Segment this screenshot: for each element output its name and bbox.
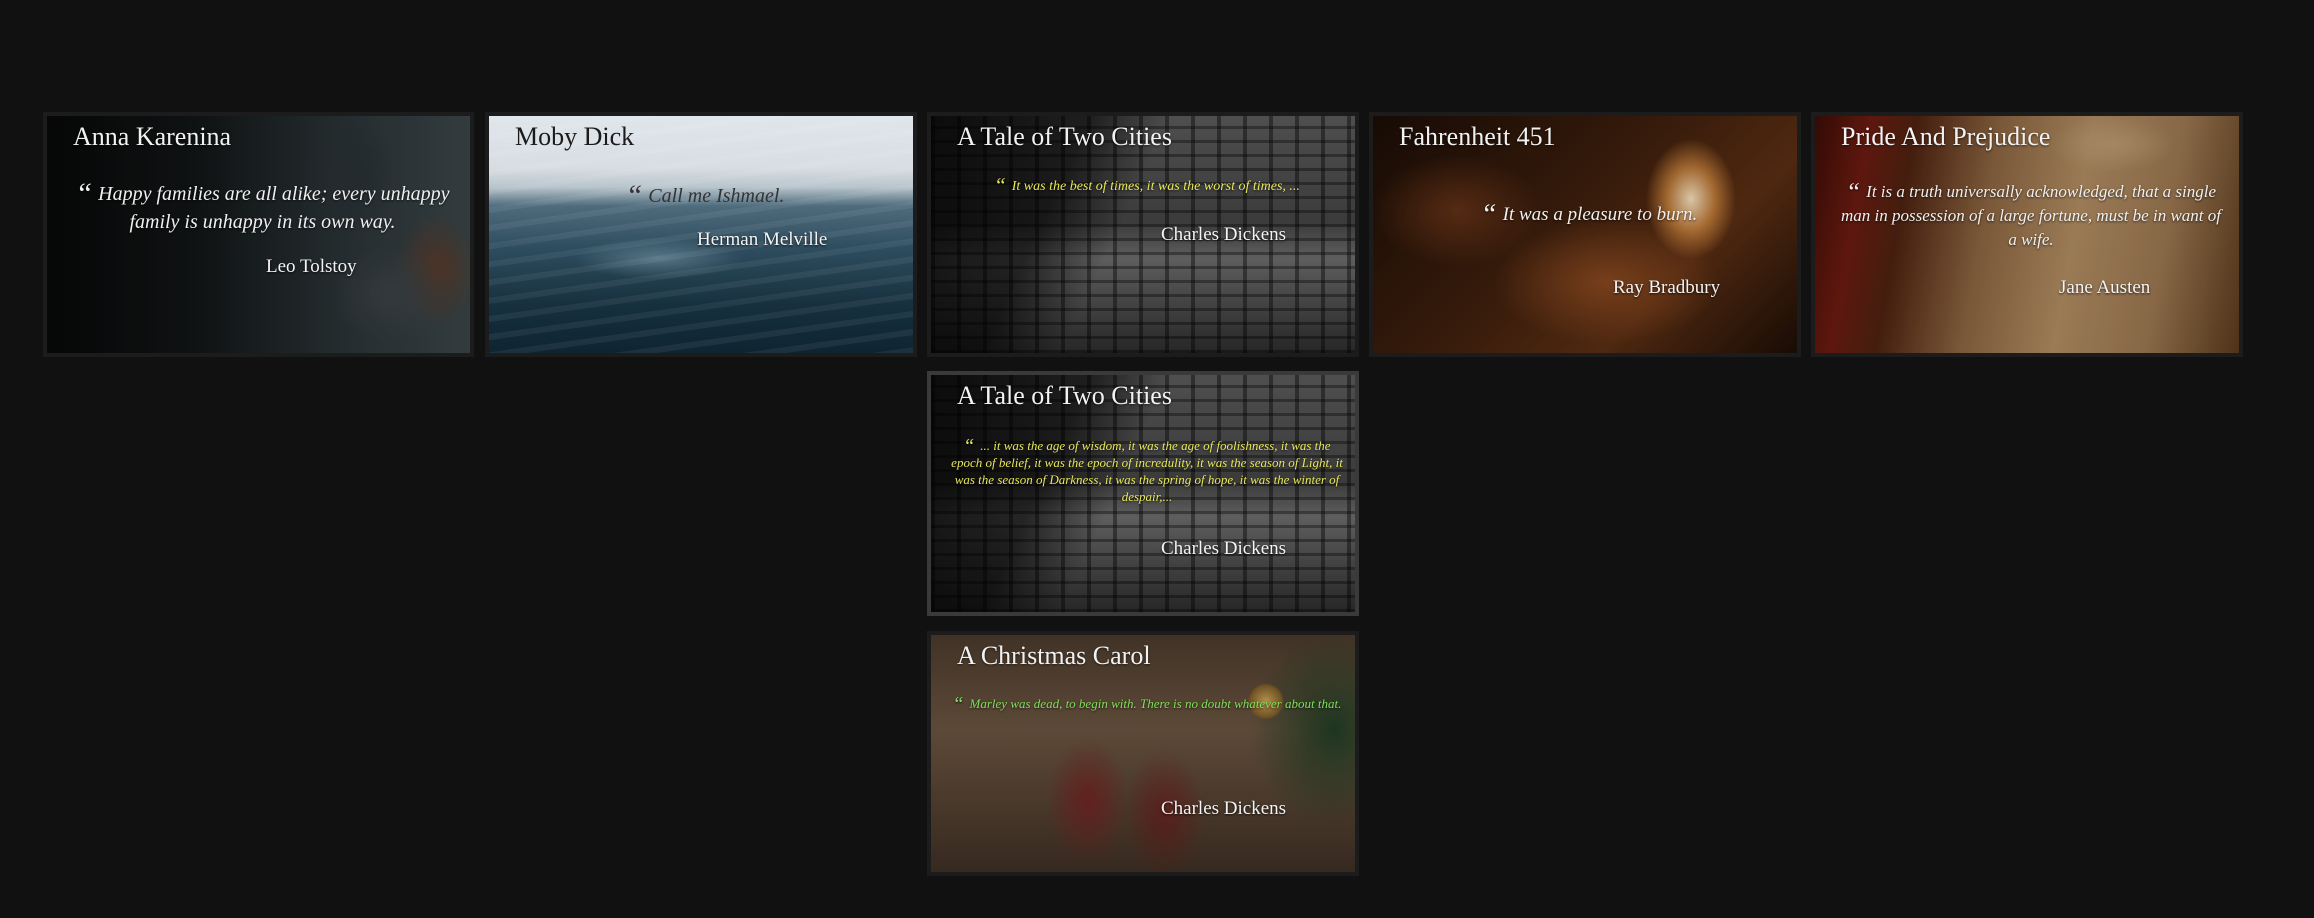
card-quote: “... it was the age of wisdom, it was th… [951,437,1343,505]
card-quote-text: Marley was dead, to begin with. There is… [969,696,1342,711]
book-card-tale-of-two-cities-expanded[interactable]: A Tale of Two Cities “... it was the age… [927,371,1359,616]
card-title: Moby Dick [515,122,635,151]
card-quote: “It is a truth universally acknowledged,… [1835,176,2227,252]
card-author: Charles Dickens [1161,538,1287,559]
card-author: Charles Dickens [1161,798,1287,819]
quote-mark-icon: “ [963,435,975,457]
card-author: Leo Tolstoy [266,256,357,277]
card-author: Jane Austen [2059,277,2151,298]
quote-mark-icon: “ [1480,198,1497,230]
card-quote: “ Marley was dead, to begin with. There i… [951,693,1343,715]
card-title: A Christmas Carol [957,641,1151,670]
quote-mark-icon: “ [994,173,1006,198]
card-author: Charles Dickens [1161,224,1287,245]
card-title: Anna Karenina [73,122,232,151]
card-quote: “Happy families are all alike; every unh… [67,177,458,236]
card-quote-text: It is a truth universally acknowledged, … [1841,182,2221,249]
card-quote-text: It was a pleasure to burn. [1502,204,1698,225]
card-quote-text: Call me Ishmael. [648,185,785,207]
card-title: Fahrenheit 451 [1399,122,1556,151]
card-quote-text: It was the best of times, it was the wor… [1011,179,1300,194]
card-author: Herman Melville [697,229,828,250]
book-card-fahrenheit-451[interactable]: Fahrenheit 451 “It was a pleasure to bur… [1369,112,1801,357]
book-card-pride-and-prejudice[interactable]: Pride And Prejudice “It is a truth unive… [1811,112,2243,357]
quote-mark-icon: “ [952,693,964,715]
quote-mark-icon: “ [1845,176,1861,206]
book-card-anna-karenina[interactable]: Anna Karenina “Happy families are all al… [43,112,474,357]
card-title: A Tale of Two Cities [957,381,1172,410]
card-quote: “ It was the best of times, it was the wo… [951,175,1343,196]
card-quote-text: Happy families are all alike; every unha… [98,183,450,233]
book-card-tale-of-two-cities[interactable]: A Tale of Two Cities “ It was the best of… [927,112,1359,357]
card-title: Pride And Prejudice [1841,122,2051,151]
card-quote: “It was a pleasure to burn. [1393,198,1785,230]
quote-mark-icon: “ [625,179,643,212]
card-title: A Tale of Two Cities [957,122,1172,151]
quote-mark-icon: “ [75,177,93,210]
card-quote-text: ... it was the age of wisdom, it was the… [951,438,1343,504]
book-card-christmas-carol[interactable]: A Christmas Carol “ Marley was dead, to b… [927,631,1359,876]
card-author: Ray Bradbury [1613,277,1721,298]
card-quote: “Call me Ishmael. [509,179,901,212]
book-card-moby-dick[interactable]: Moby Dick “Call me Ishmael. Herman Melvi… [485,112,917,357]
